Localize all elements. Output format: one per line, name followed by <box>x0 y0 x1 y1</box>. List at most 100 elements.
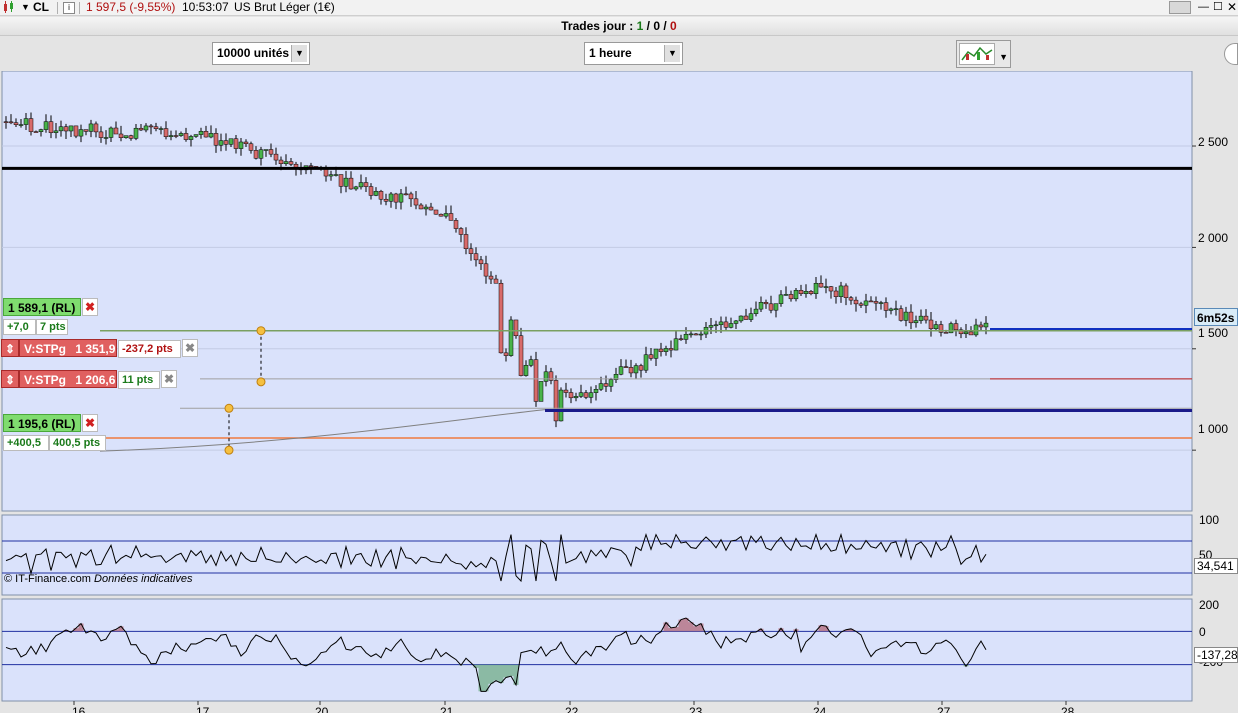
date-axis-label: 21 <box>440 705 454 713</box>
stop-order-1[interactable]: V:STPg 1 351,9 <box>19 339 117 357</box>
date-axis-label: 24 <box>813 705 827 713</box>
candle-body <box>448 213 454 221</box>
candle-body <box>463 234 469 249</box>
candle-body <box>538 381 544 402</box>
candle-body <box>453 220 459 229</box>
candle-body <box>978 324 984 328</box>
stop-order-2[interactable]: V:STPg 1 206,6 <box>19 370 117 388</box>
candle-body <box>518 335 524 376</box>
candle-body <box>138 127 144 131</box>
candle-body <box>583 392 589 398</box>
candle-body <box>473 253 479 261</box>
candle-body <box>758 302 764 310</box>
close-order-icon[interactable]: ✖ <box>161 370 177 388</box>
candle-body <box>423 206 429 210</box>
candle-body <box>943 332 949 334</box>
chevron-down-icon[interactable]: ▼ <box>999 47 1008 68</box>
candle-body <box>513 319 519 336</box>
symbol-label[interactable]: CL <box>33 0 49 16</box>
drag-handle-icon[interactable]: ⇕ <box>1 370 19 388</box>
candle-body <box>933 324 939 330</box>
candle-body <box>408 193 414 200</box>
candle-body <box>33 131 39 133</box>
candle-body <box>43 121 49 130</box>
info-icon[interactable]: i <box>63 2 75 14</box>
candle-body <box>813 282 819 294</box>
candle-body <box>203 131 209 138</box>
close-icon[interactable]: ✕ <box>1227 0 1237 16</box>
candle-body <box>898 308 904 321</box>
side-panel-toggle-icon[interactable] <box>1224 43 1238 65</box>
candle-body <box>148 125 154 128</box>
osc1-axis-label: 100 <box>1199 513 1220 527</box>
candle-body <box>23 118 29 125</box>
order-rl-1[interactable]: 1 589,1 (RL) <box>3 298 81 316</box>
candle-body <box>973 324 979 336</box>
candle-body <box>353 186 359 190</box>
candle-body <box>848 297 854 301</box>
minimize-icon[interactable]: — <box>1198 0 1209 16</box>
candle-body <box>778 294 784 304</box>
symbol-dropdown-icon[interactable]: ▼ <box>21 0 30 16</box>
candle-body <box>68 125 74 132</box>
price-chart[interactable] <box>0 71 1238 713</box>
candle-body <box>693 333 699 336</box>
candle-body <box>683 333 689 340</box>
candle-body <box>543 371 549 382</box>
candle-app-icon <box>2 0 16 16</box>
candle-body <box>368 186 374 196</box>
chart-type-selector[interactable]: ▼ <box>956 40 1011 68</box>
candle-body <box>358 182 364 188</box>
candle-body <box>908 311 914 324</box>
title-bar: ▼ CL i 1 597,5 (-9,55%) 10:53:07 US Brut… <box>0 0 1238 16</box>
candle-body <box>738 315 744 322</box>
candle-body <box>713 324 719 327</box>
candle-body <box>553 380 559 422</box>
units-value: 10000 unités <box>217 46 290 60</box>
close-order-icon[interactable]: ✖ <box>182 339 198 357</box>
candle-body <box>528 359 534 366</box>
candle-body <box>478 259 484 265</box>
chevron-down-icon[interactable]: ▼ <box>664 45 680 62</box>
candlestick-chart-icon[interactable] <box>959 43 995 65</box>
candle-body <box>108 127 114 138</box>
candle-body <box>63 126 69 132</box>
candle-countdown: 6m52s <box>1194 308 1238 326</box>
candle-body <box>643 354 649 371</box>
price-axis-label: 2 000 <box>1198 231 1229 245</box>
candle-body <box>888 308 894 311</box>
candle-body <box>113 127 119 135</box>
period-dropdown[interactable]: 1 heure ▼ <box>584 42 683 65</box>
candle-body <box>3 121 9 123</box>
candle-body <box>788 294 794 300</box>
candle-body <box>563 389 569 393</box>
period-value: 1 heure <box>589 46 632 60</box>
drag-handle-icon[interactable]: ⇕ <box>1 339 19 357</box>
osc1-current-value: 34,541 <box>1194 558 1238 574</box>
date-axis-label: 23 <box>689 705 703 713</box>
candle-body <box>658 348 664 352</box>
candle-body <box>383 198 389 202</box>
last-price: 1 597,5 (-9,55%) <box>86 0 176 14</box>
close-order-icon[interactable]: ✖ <box>82 414 98 432</box>
candle-body <box>183 133 189 140</box>
candle-body <box>253 150 259 159</box>
candle-body <box>443 213 449 217</box>
units-dropdown[interactable]: 10000 unités ▼ <box>212 42 310 65</box>
candle-body <box>828 286 834 292</box>
candle-body <box>283 161 289 164</box>
chevron-down-icon[interactable]: ▼ <box>291 45 307 62</box>
candle-body <box>618 366 624 375</box>
candle-body <box>168 135 174 137</box>
candle-body <box>763 302 769 305</box>
candle-body <box>803 291 809 294</box>
candle-body <box>88 123 94 132</box>
close-order-icon[interactable]: ✖ <box>82 298 98 316</box>
oscillator-2-panel <box>1 598 1193 702</box>
trades-sep-1: / <box>643 19 654 33</box>
candle-body <box>78 129 84 137</box>
keyboard-icon[interactable] <box>1169 1 1191 14</box>
candle-body <box>188 136 194 140</box>
order-rl-2[interactable]: 1 195,6 (RL) <box>3 414 81 432</box>
maximize-icon[interactable]: ☐ <box>1213 0 1223 16</box>
